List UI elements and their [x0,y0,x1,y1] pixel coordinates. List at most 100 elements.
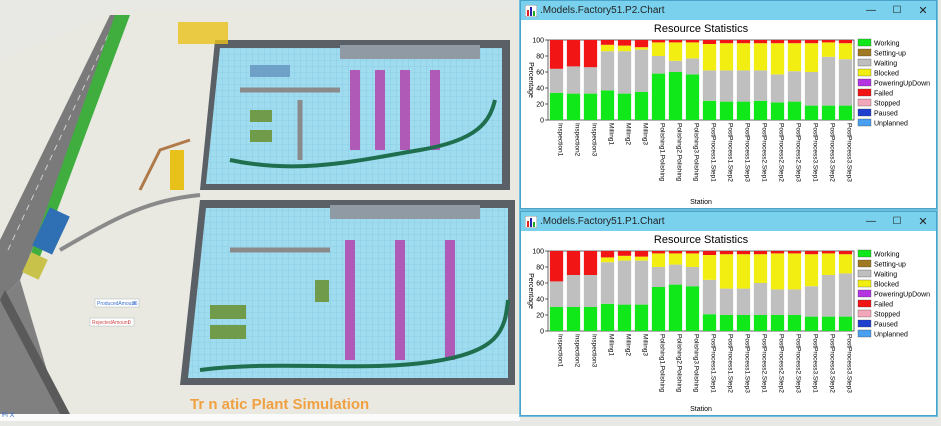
bar-segment-working [804,316,819,331]
bar-segment-waiting [566,275,581,307]
title-bar[interactable]: .Models.Factory51.P1.Chart — ☐ ✕ [521,212,936,231]
legend-swatch [857,68,872,77]
legend-swatch [857,319,872,328]
x-tick-label: Inspection2 [574,123,581,157]
x-axis-label: Station [690,406,712,413]
bar-segment-waiting [753,283,768,315]
legend-label: Waiting [874,61,897,68]
bar-segment-working [634,92,649,120]
bar-segment-blocked [617,255,632,261]
bar-segment-working [821,105,836,120]
minimize-icon[interactable]: — [858,1,884,20]
chart-title: Resource Statistics [654,234,749,246]
bar-segment-waiting [668,264,683,285]
legend-label: Setting-up [874,262,906,269]
bar-segment-failed [583,251,598,275]
legend-label: Failed [874,91,893,98]
legend-label: PoweringUpDown [874,81,930,88]
bar-segment-blocked [634,47,649,50]
bar-segment-blocked [702,44,717,71]
bar-segment-working [702,314,717,331]
x-tick-label: PostProcess2.Step2 [778,123,785,182]
factory-hall-p1 [180,200,515,385]
bar-segment-failed [702,251,717,255]
bar-segment-failed [753,40,768,44]
x-tick-label: Inspection3 [591,123,598,157]
close-icon[interactable]: ✕ [910,212,936,231]
bar-segment-failed [770,40,785,44]
x-tick-label: Polishing3.Polishing [693,334,700,393]
bar-segment-working [617,304,632,331]
bar-segment-working [821,316,836,331]
x-tick-label: Inspection1 [557,334,564,368]
x-tick-label: PostProcess2.Step1 [761,334,768,393]
bar-segment-blocked [753,254,768,283]
bar-segment-blocked [804,254,819,287]
chart-title: Resource Statistics [654,23,749,35]
bar-segment-blocked [787,253,802,290]
bar-segment-waiting [804,286,819,317]
bar-segment-failed [634,251,649,257]
legend-swatch [857,118,872,127]
legend-label: Blocked [874,282,899,289]
y-tick-label: 20 [536,313,544,320]
bar-segment-failed [583,40,598,68]
bar-segment-blocked [821,253,836,275]
bar-segment-blocked [634,256,649,261]
x-tick-label: Polishing2.Polishing [676,123,683,182]
bar-segment-failed [549,251,564,282]
legend-swatch [857,309,872,318]
chart-window-p2[interactable]: .Models.Factory51.P2.Chart — ☐ ✕ Resourc… [520,0,937,209]
maximize-icon[interactable]: ☐ [884,212,910,231]
bar-segment-waiting [549,281,564,307]
x-tick-label: PostProcess1.Step2 [727,123,734,182]
y-tick-label: 100 [532,249,544,256]
chart-app-icon [525,4,537,17]
y-tick-label: 80 [536,265,544,272]
bar-segment-blocked [719,254,734,289]
bar-segment-failed [736,251,751,255]
x-tick-label: PostProcess1.Step1 [710,123,717,182]
close-icon[interactable]: ✕ [910,1,936,20]
bar-segment-blocked [719,43,734,71]
bar-segment-working [600,90,615,120]
bar-segment-waiting [804,72,819,106]
bar-segment-blocked [685,42,700,59]
bar-segment-waiting [736,70,751,102]
legend-label: Failed [874,302,893,309]
bar-segment-blocked [804,43,819,72]
x-tick-label: Milling1 [608,123,615,145]
bar-segment-failed [736,40,751,44]
window-title: .Models.Factory51.P1.Chart [540,216,665,227]
title-bar[interactable]: .Models.Factory51.P2.Chart — ☐ ✕ [521,1,936,20]
bar-segment-failed [549,40,564,69]
maximize-icon[interactable]: ☐ [884,1,910,20]
bar-segment-working [668,72,683,120]
bar-segment-waiting [549,68,564,93]
x-tick-label: PostProcess2.Step3 [795,123,802,182]
x-tick-label: PostProcess1.Step1 [710,334,717,393]
bar-segment-blocked [787,43,802,72]
bar-segment-failed [600,40,615,45]
x-tick-label: Milling3 [642,334,649,356]
resource-statistics-chart: Resource Statistics 0 20 40 60 80 100 Percentag… [527,234,930,413]
x-tick-label: Polishing1.Polishing [659,123,666,182]
bar-segment-failed [719,40,734,44]
counter-rejected-label: RejectedAmount [92,320,130,326]
bar-segment-failed [617,40,632,46]
legend-swatch [857,279,872,288]
bar-segment-blocked [651,42,666,56]
minimize-icon[interactable]: — [858,212,884,231]
bar-segment-waiting [600,262,615,304]
legend-swatch [857,259,872,268]
bar-segment-working [651,73,666,120]
legend-label: Working [874,41,900,48]
legend-label: Stopped [874,101,900,108]
chart-window-p1[interactable]: .Models.Factory51.P1.Chart — ☐ ✕ Resourc… [520,211,937,416]
bar-segment-waiting [583,275,598,307]
legend-swatch [857,48,872,57]
bar-segment-failed [651,40,666,43]
bar-segment-working [719,315,734,331]
bar-segment-failed [770,251,785,254]
x-tick-label: Inspection3 [591,334,598,368]
